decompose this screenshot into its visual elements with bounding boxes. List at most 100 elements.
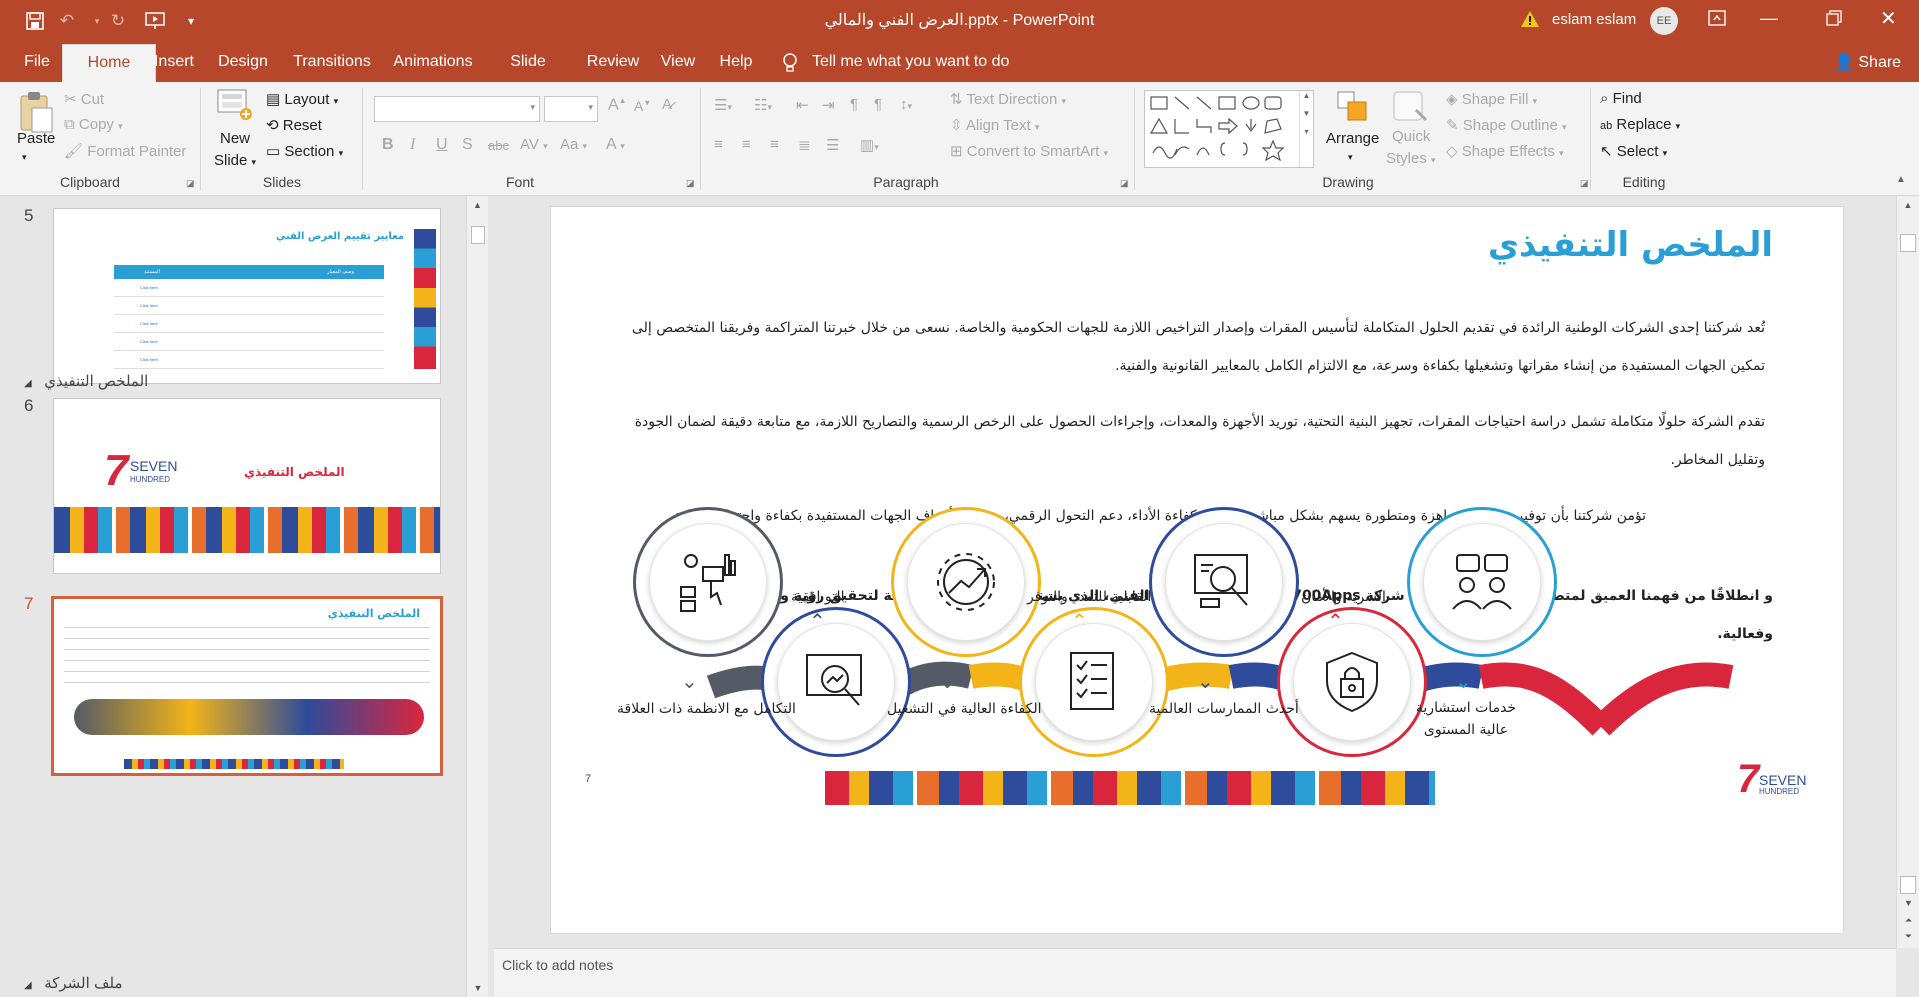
copy-button[interactable]: ⧉ Copy ▾	[64, 116, 123, 133]
scroll-up-icon[interactable]: ▲	[467, 200, 488, 210]
customize-qat-icon[interactable]: ▾	[178, 8, 204, 34]
distributed-icon[interactable]: ☰	[826, 136, 839, 154]
quick-styles-dropdown[interactable]: Styles ▾	[1386, 150, 1436, 167]
thumbnail-scrollbar[interactable]: ▲ ▼	[466, 196, 488, 997]
avatar[interactable]: EE	[1650, 7, 1678, 35]
collapse-ribbon-icon[interactable]: ▲	[1896, 174, 1906, 185]
text-shadow-button[interactable]: S	[462, 136, 473, 154]
scroll-thumb-lower[interactable]	[1900, 876, 1916, 894]
tab-view[interactable]: View	[656, 42, 700, 82]
new-slide-button[interactable]: New	[220, 130, 250, 147]
notes-pane[interactable]: Click to add notes	[494, 948, 1896, 997]
change-case-icon[interactable]: Aa ▾	[560, 136, 587, 153]
section-button[interactable]: ▭ Section ▾	[266, 142, 343, 160]
ltr-icon[interactable]: ¶	[874, 96, 882, 113]
section-header-company[interactable]: ◢ ملف الشركة	[24, 974, 123, 992]
thumbnail-slide-5[interactable]: معايير تقييم العرض الفني المستند وصف المع…	[53, 208, 441, 384]
find-button[interactable]: ⌕ Find	[1600, 90, 1642, 107]
paste-dropdown-icon[interactable]: ▾	[22, 152, 27, 163]
rtl-icon[interactable]: ¶	[850, 96, 858, 113]
reset-button[interactable]: ⟲ Reset	[266, 116, 322, 134]
format-painter-button[interactable]: 🖌 Format Painter	[64, 142, 186, 160]
numbering-icon[interactable]: ☷▾	[754, 96, 772, 114]
font-size-select[interactable]: ▾	[544, 96, 598, 122]
bullets-icon[interactable]: ☰▾	[714, 96, 732, 114]
arrange-dropdown-icon[interactable]: ▾	[1348, 152, 1353, 163]
scroll-down-icon[interactable]: ▼	[467, 983, 489, 993]
shape-outline-button[interactable]: ✎ Shape Outline ▾	[1446, 116, 1567, 134]
layout-button[interactable]: ▤ Layout ▾	[266, 90, 338, 108]
convert-smartart-button[interactable]: ⊞ Convert to SmartArt ▾	[950, 142, 1108, 160]
scroll-thumb[interactable]	[471, 226, 485, 244]
tab-insert[interactable]: Insert	[152, 42, 196, 82]
font-family-select[interactable]: ▾	[374, 96, 540, 122]
shapes-gallery[interactable]: ▲ ▼ ▾	[1144, 90, 1314, 168]
character-spacing-icon[interactable]: AV ▾	[520, 136, 548, 153]
quick-styles-icon[interactable]	[1392, 90, 1428, 128]
new-slide-dropdown[interactable]: Slide ▾	[214, 152, 256, 169]
strikethrough-button[interactable]: abc	[488, 138, 509, 153]
next-slide-icon[interactable]: ⏷	[1897, 931, 1919, 942]
tab-help[interactable]: Help	[716, 42, 756, 82]
section-header-executive[interactable]: ◢ الملخص التنفيذي	[24, 372, 148, 390]
paragraph-launcher-icon[interactable]: ◪	[1120, 178, 1129, 189]
scroll-down-icon[interactable]: ▼	[1897, 898, 1919, 908]
text-direction-button[interactable]: ⇅ Text Direction ▾	[950, 90, 1066, 108]
gallery-more-icon[interactable]: ▲ ▼ ▾	[1299, 91, 1313, 167]
clear-formatting-icon[interactable]: A̷	[662, 96, 672, 113]
warning-icon[interactable]	[1520, 10, 1540, 32]
quick-styles-button[interactable]: Quick	[1392, 128, 1430, 145]
thumbnail-slide-6[interactable]: 7 SEVEN HUNDRED الملخص التنفيذي	[53, 398, 441, 574]
scroll-up-icon[interactable]: ▲	[1897, 200, 1919, 210]
tab-transitions[interactable]: Transitions	[286, 42, 378, 82]
restore-icon[interactable]	[1826, 10, 1842, 30]
user-name[interactable]: eslam eslam	[1552, 11, 1636, 28]
tab-slide-show[interactable]: Slide Show	[488, 42, 568, 110]
increase-font-icon[interactable]: A▲	[608, 96, 627, 114]
tab-file[interactable]: File	[14, 42, 60, 82]
font-launcher-icon[interactable]: ◪	[686, 178, 695, 189]
cut-button[interactable]: ✂ Cut	[64, 90, 104, 108]
notes-placeholder[interactable]: Click to add notes	[502, 957, 613, 973]
line-spacing-icon[interactable]: ↕▾	[900, 96, 912, 113]
clipboard-launcher-icon[interactable]: ◪	[186, 178, 195, 189]
tab-home[interactable]: Home	[62, 44, 156, 82]
select-button[interactable]: ↖ Select ▾	[1600, 142, 1667, 160]
tab-design[interactable]: Design	[212, 42, 274, 82]
columns-icon[interactable]: ▥▾	[860, 136, 879, 154]
align-right-icon[interactable]: ≡	[770, 136, 779, 153]
arrange-icon[interactable]	[1336, 90, 1370, 128]
drawing-launcher-icon[interactable]: ◪	[1580, 178, 1589, 189]
italic-button[interactable]: I	[410, 136, 415, 154]
ribbon-display-options-icon[interactable]	[1708, 10, 1726, 30]
new-slide-icon[interactable]	[216, 88, 254, 126]
editor-scrollbar[interactable]: ▲ ▼ ⏶ ⏷	[1896, 196, 1919, 948]
share-button[interactable]: 👤 Share	[1834, 52, 1901, 72]
justify-icon[interactable]: ≣	[798, 136, 811, 154]
shape-effects-button[interactable]: ◇ Shape Effects ▾	[1446, 142, 1564, 160]
close-icon[interactable]: ✕	[1880, 6, 1897, 31]
replace-button[interactable]: ab Replace ▾	[1600, 116, 1680, 133]
present-from-beginning-icon[interactable]	[142, 8, 168, 34]
tab-review[interactable]: Review	[584, 42, 642, 82]
shape-fill-button[interactable]: ◈ Shape Fill ▾	[1446, 90, 1537, 108]
bold-button[interactable]: B	[382, 136, 394, 154]
thumbnail-slide-7[interactable]: الملخص التنفيذي	[51, 596, 443, 776]
align-text-button[interactable]: ⇳ Align Text ▾	[950, 116, 1039, 134]
decrease-indent-icon[interactable]: ⇤	[796, 96, 809, 114]
arrange-button[interactable]: Arrange	[1326, 130, 1379, 147]
paste-button[interactable]: Paste	[17, 130, 55, 147]
increase-indent-icon[interactable]: ⇥	[822, 96, 835, 114]
current-slide[interactable]: الملخص التنفيذي تُعد شركتنا إحدى الشركات…	[550, 206, 1844, 934]
align-left-icon[interactable]: ≡	[714, 136, 723, 153]
save-icon[interactable]	[22, 8, 48, 34]
tell-me-search[interactable]: Tell me what you want to do	[812, 42, 1012, 82]
decrease-font-icon[interactable]: A▼	[634, 98, 651, 114]
scroll-thumb[interactable]	[1900, 234, 1916, 252]
font-color-icon[interactable]: A ▾	[606, 136, 625, 154]
minimize-icon[interactable]: —	[1760, 8, 1778, 29]
align-center-icon[interactable]: ≡	[742, 136, 751, 153]
undo-icon[interactable]: ↶	[54, 8, 80, 34]
underline-button[interactable]: U	[436, 136, 448, 154]
previous-slide-icon[interactable]: ⏶	[1897, 915, 1919, 926]
